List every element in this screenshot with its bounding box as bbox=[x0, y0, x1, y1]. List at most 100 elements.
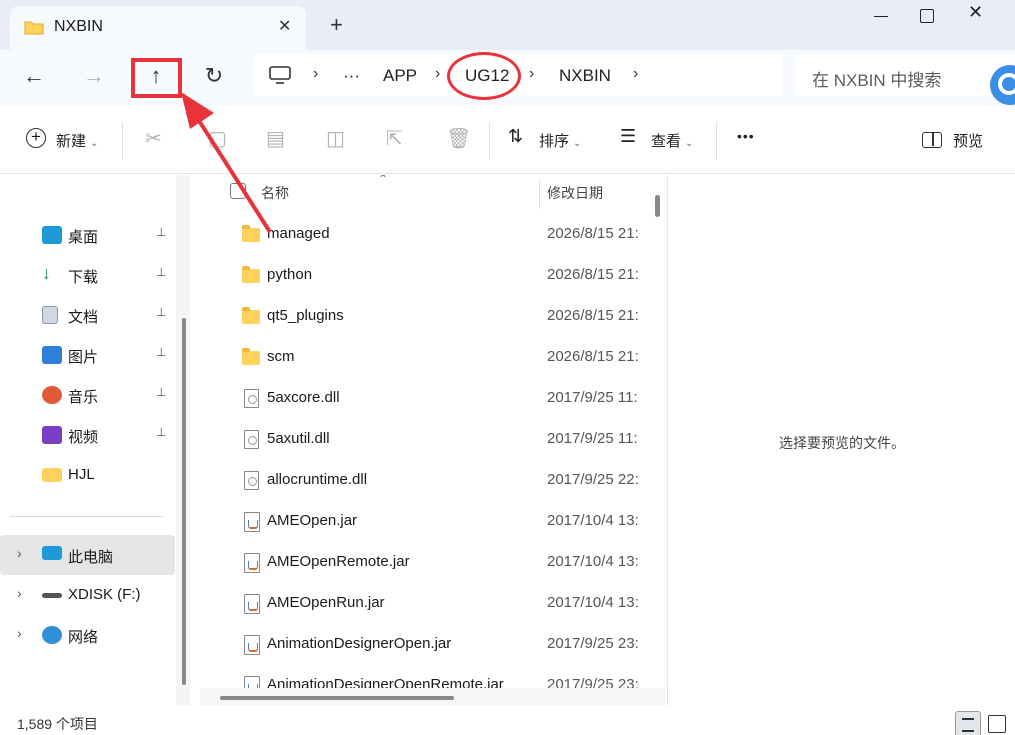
jar-file-icon bbox=[244, 512, 260, 532]
sidebar-item-label: 网络 bbox=[68, 629, 99, 646]
sidebar-divider bbox=[10, 516, 163, 517]
back-button[interactable]: ← bbox=[12, 56, 56, 96]
tab-nxbin[interactable]: NXBIN ✕ bbox=[10, 6, 306, 50]
maximize-button[interactable] bbox=[910, 0, 950, 32]
sort-label: 排序 bbox=[539, 133, 570, 150]
column-header-date[interactable]: 修改日期 bbox=[547, 183, 603, 203]
forward-button[interactable]: → bbox=[72, 56, 116, 96]
breadcrumb-more[interactable]: ··· bbox=[343, 66, 360, 86]
file-name: AnimationDesignerOpen.jar bbox=[267, 635, 452, 652]
file-row[interactable]: AMEOpenRemote.jar 2017/10/4 13: bbox=[200, 543, 650, 584]
file-modified-date: 2026/8/15 21: bbox=[547, 307, 639, 324]
navigation-pane: 桌面 ⊥ ↓ 下载 ⊥ 文档 ⊥ 图片 ⊥ 音乐 ⊥ 视频 ⊥ HJL › 此电… bbox=[0, 175, 190, 705]
breadcrumb-nxbin[interactable]: NXBIN bbox=[559, 66, 611, 86]
sidebar-item-label: 视频 bbox=[68, 429, 99, 446]
sidebar-item-documents[interactable]: 文档 ⊥ bbox=[0, 295, 175, 335]
sidebar-item-label: 文档 bbox=[68, 309, 99, 326]
new-tab-button[interactable]: + bbox=[330, 14, 343, 36]
up-button-highlight-box bbox=[131, 58, 182, 98]
file-name: AMEOpen.jar bbox=[267, 512, 358, 529]
refresh-button[interactable]: ↻ bbox=[192, 56, 236, 96]
chevron-right-icon[interactable]: › bbox=[17, 545, 22, 561]
file-list-horizontal-scrollbar[interactable] bbox=[200, 688, 666, 705]
sidebar-item-network[interactable]: › 网络 bbox=[0, 615, 175, 655]
preview-button[interactable]: 预览 bbox=[953, 130, 983, 151]
sidebar-item-label: 图片 bbox=[68, 349, 99, 366]
file-row[interactable]: AnimationDesignerOpen.jar 2017/9/25 23: bbox=[200, 625, 650, 666]
breadcrumb-app[interactable]: APP bbox=[383, 66, 417, 86]
column-header-name[interactable]: 名称 bbox=[261, 183, 289, 203]
folder-icon bbox=[242, 348, 260, 365]
tab-close-icon[interactable]: ✕ bbox=[278, 16, 291, 36]
sidebar-item-pictures[interactable]: 图片 ⊥ bbox=[0, 335, 175, 375]
file-row[interactable]: managed 2026/8/15 21: bbox=[200, 215, 650, 256]
new-label: 新建 bbox=[56, 133, 87, 150]
sidebar-item-label: 此电脑 bbox=[68, 549, 114, 566]
file-list-scrollbar-thumb[interactable] bbox=[655, 195, 660, 217]
paste-icon[interactable]: ▤ bbox=[266, 126, 285, 151]
copy-icon[interactable]: ▢ bbox=[208, 126, 227, 151]
sidebar-item-desktop[interactable]: 桌面 ⊥ bbox=[0, 215, 175, 255]
column-header-row: 名称 ⌃ 修改日期 bbox=[200, 175, 666, 209]
details-view-button[interactable] bbox=[955, 711, 981, 735]
breadcrumb-separator: › bbox=[529, 65, 535, 82]
folder-icon bbox=[242, 266, 260, 283]
sidebar-item-music[interactable]: 音乐 ⊥ bbox=[0, 375, 175, 415]
delete-icon[interactable]: 🗑 bbox=[446, 126, 471, 151]
sidebar-item-this-pc[interactable]: › 此电脑 bbox=[0, 535, 175, 575]
share-icon[interactable]: ⇱ bbox=[386, 126, 403, 151]
sidebar-item-xdisk[interactable]: › XDISK (F:) bbox=[0, 575, 175, 615]
file-row[interactable]: 5axutil.dll 2017/9/25 11: bbox=[200, 420, 650, 461]
sort-icon: ⇅ bbox=[508, 126, 524, 146]
preview-empty-message: 选择要预览的文件。 bbox=[779, 435, 905, 451]
pin-icon: ⊥ bbox=[156, 225, 167, 239]
file-row[interactable]: AMEOpenRun.jar 2017/10/4 13: bbox=[200, 584, 650, 625]
file-modified-date: 2017/10/4 13: bbox=[547, 594, 639, 611]
view-icon: ☰ bbox=[620, 126, 637, 146]
tab-title: NXBIN bbox=[54, 18, 103, 35]
sidebar-item-downloads[interactable]: ↓ 下载 ⊥ bbox=[0, 255, 175, 295]
preview-pane: 选择要预览的文件。 bbox=[667, 175, 1015, 705]
file-row[interactable]: allocruntime.dll 2017/9/25 22: bbox=[200, 461, 650, 502]
select-all-checkbox[interactable] bbox=[230, 183, 246, 199]
breadcrumb-separator: › bbox=[435, 65, 441, 82]
file-row[interactable]: python 2026/8/15 21: bbox=[200, 256, 650, 297]
chevron-right-icon[interactable]: › bbox=[17, 585, 22, 601]
sort-button[interactable]: 排序 ⌄ bbox=[539, 130, 581, 151]
cut-icon[interactable]: ✂ bbox=[145, 126, 162, 151]
file-name: scm bbox=[267, 348, 295, 365]
horizontal-scrollbar-thumb[interactable] bbox=[220, 696, 454, 700]
music-icon bbox=[42, 386, 62, 404]
rename-icon[interactable]: ◫ bbox=[326, 126, 345, 151]
dll-file-icon bbox=[244, 430, 259, 449]
sidebar-item-videos[interactable]: 视频 ⊥ bbox=[0, 415, 175, 455]
column-separator[interactable] bbox=[539, 179, 540, 209]
file-row[interactable]: scm 2026/8/15 21: bbox=[200, 338, 650, 379]
preview-pane-icon bbox=[922, 132, 942, 148]
new-button[interactable]: 新建 ⌄ bbox=[56, 130, 98, 151]
close-window-button[interactable]: ✕ bbox=[968, 2, 983, 23]
folder-icon bbox=[42, 468, 62, 482]
file-row[interactable]: qt5_plugins 2026/8/15 21: bbox=[200, 297, 650, 338]
file-list: 名称 ⌃ 修改日期 managed 2026/8/15 21: python 2026… bbox=[200, 175, 666, 705]
chevron-right-icon[interactable]: › bbox=[17, 625, 22, 641]
more-options-button[interactable]: ••• bbox=[737, 128, 755, 144]
minimize-button[interactable] bbox=[862, 0, 902, 32]
plus-circle-icon: + bbox=[26, 128, 46, 148]
view-button[interactable]: 查看 ⌄ bbox=[651, 130, 693, 151]
sort-ascending-icon: ⌃ bbox=[378, 175, 389, 186]
file-row[interactable]: 5axcore.dll 2017/9/25 11: bbox=[200, 379, 650, 420]
file-row[interactable]: AMEOpen.jar 2017/10/4 13: bbox=[200, 502, 650, 543]
tiles-view-button[interactable] bbox=[988, 715, 1006, 733]
document-icon bbox=[42, 306, 58, 324]
search-box[interactable]: 在 NXBIN 中搜索 bbox=[794, 54, 1015, 96]
file-name: allocruntime.dll bbox=[267, 471, 368, 488]
video-icon bbox=[42, 426, 62, 444]
sidebar-scrollbar-thumb[interactable] bbox=[182, 318, 186, 685]
jar-file-icon bbox=[244, 635, 260, 655]
sidebar-item-hjl[interactable]: HJL bbox=[0, 455, 175, 495]
dll-file-icon bbox=[244, 471, 259, 490]
toolbar-divider bbox=[122, 122, 123, 160]
file-modified-date: 2017/9/25 11: bbox=[547, 389, 638, 406]
network-icon bbox=[42, 626, 62, 644]
